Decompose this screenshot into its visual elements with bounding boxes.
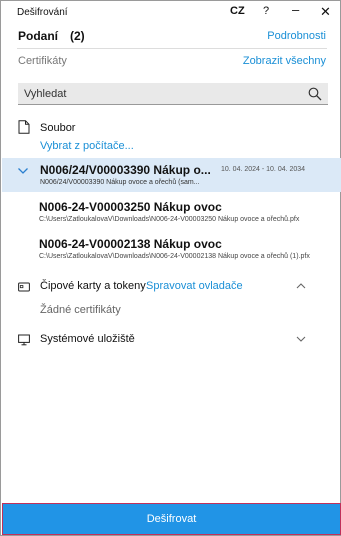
page-title-text: Podaní	[18, 29, 59, 43]
certificate-validity: 10. 04. 2024 - 10. 04. 2034	[221, 166, 306, 173]
manage-drivers-link[interactable]: Spravovat ovladače	[146, 280, 243, 292]
file-section-label: Soubor	[40, 122, 76, 134]
details-link[interactable]: Podrobnosti	[267, 30, 326, 42]
decrypt-button[interactable]: Dešifrovat	[2, 503, 341, 535]
recipient-count: (2)	[70, 29, 85, 43]
close-button[interactable]: ✕	[320, 4, 331, 20]
smart-cards-label: Čipové karty a tokeny	[40, 280, 146, 292]
certificates-label: Certifikáty	[18, 55, 67, 67]
certificate-row[interactable]: N006-24-V00003250 Nákup ovoc C:\Users\Za…	[39, 200, 299, 223]
decrypt-button-label: Dešifrovat	[146, 513, 197, 525]
chevron-up-icon[interactable]	[296, 282, 306, 290]
smart-card-icon	[18, 282, 30, 292]
certificate-path: C:\Users\ZatloukalovaV\Downloads\N006-24…	[39, 216, 300, 223]
certificate-name: N006-24-V00003250 Nákup ovoc	[39, 200, 222, 214]
minimize-button[interactable]: –	[292, 2, 299, 17]
page-title: Podaní (2)	[18, 29, 85, 43]
monitor-icon	[18, 334, 30, 346]
window-title: Dešifrování	[17, 7, 68, 18]
certificate-row[interactable]: N006-24-V00002138 Nákup ovoc C:\Users\Za…	[39, 237, 310, 260]
chevron-down-icon[interactable]	[17, 165, 29, 177]
certificate-name: N006/24/V00003390 Nákup o...	[40, 163, 211, 177]
certificate-name: N006-24-V00002138 Nákup ovoc	[39, 237, 222, 251]
system-store-label: Systémové uložiště	[40, 333, 135, 345]
show-all-link[interactable]: Zobrazit všechny	[243, 55, 326, 67]
empty-state-text: Žádné certifikáty	[40, 304, 121, 316]
search-icon[interactable]	[308, 87, 322, 101]
certificate-subject: N006/24/V00003390 Nákup ovoce a ořechů (…	[40, 179, 200, 186]
smart-cards-section[interactable]: Čipové karty a tokeny Spravovat ovladače	[18, 278, 328, 296]
search-input[interactable]	[24, 86, 294, 102]
certificate-path: C:\Users\ZatloukalovaV\Downloads\N006-24…	[39, 253, 310, 260]
file-icon	[18, 120, 30, 134]
certificate-row-selected[interactable]: N006/24/V00003390 Nákup o... 10. 04. 202…	[2, 158, 341, 192]
divider	[17, 48, 327, 49]
search-box[interactable]	[18, 83, 328, 105]
language-selector[interactable]: CZ	[230, 5, 245, 17]
system-store-section[interactable]: Systémové uložiště	[18, 331, 328, 349]
chevron-down-icon[interactable]	[296, 335, 306, 343]
help-button[interactable]: ?	[263, 5, 269, 17]
decrypt-window: Dešifrování CZ ? – ✕ Podaní (2) Podrobnos…	[0, 0, 341, 536]
pick-from-computer-link[interactable]: Vybrat z počítače...	[40, 140, 134, 152]
title-bar: Dešifrování CZ ? – ✕	[1, 1, 340, 23]
